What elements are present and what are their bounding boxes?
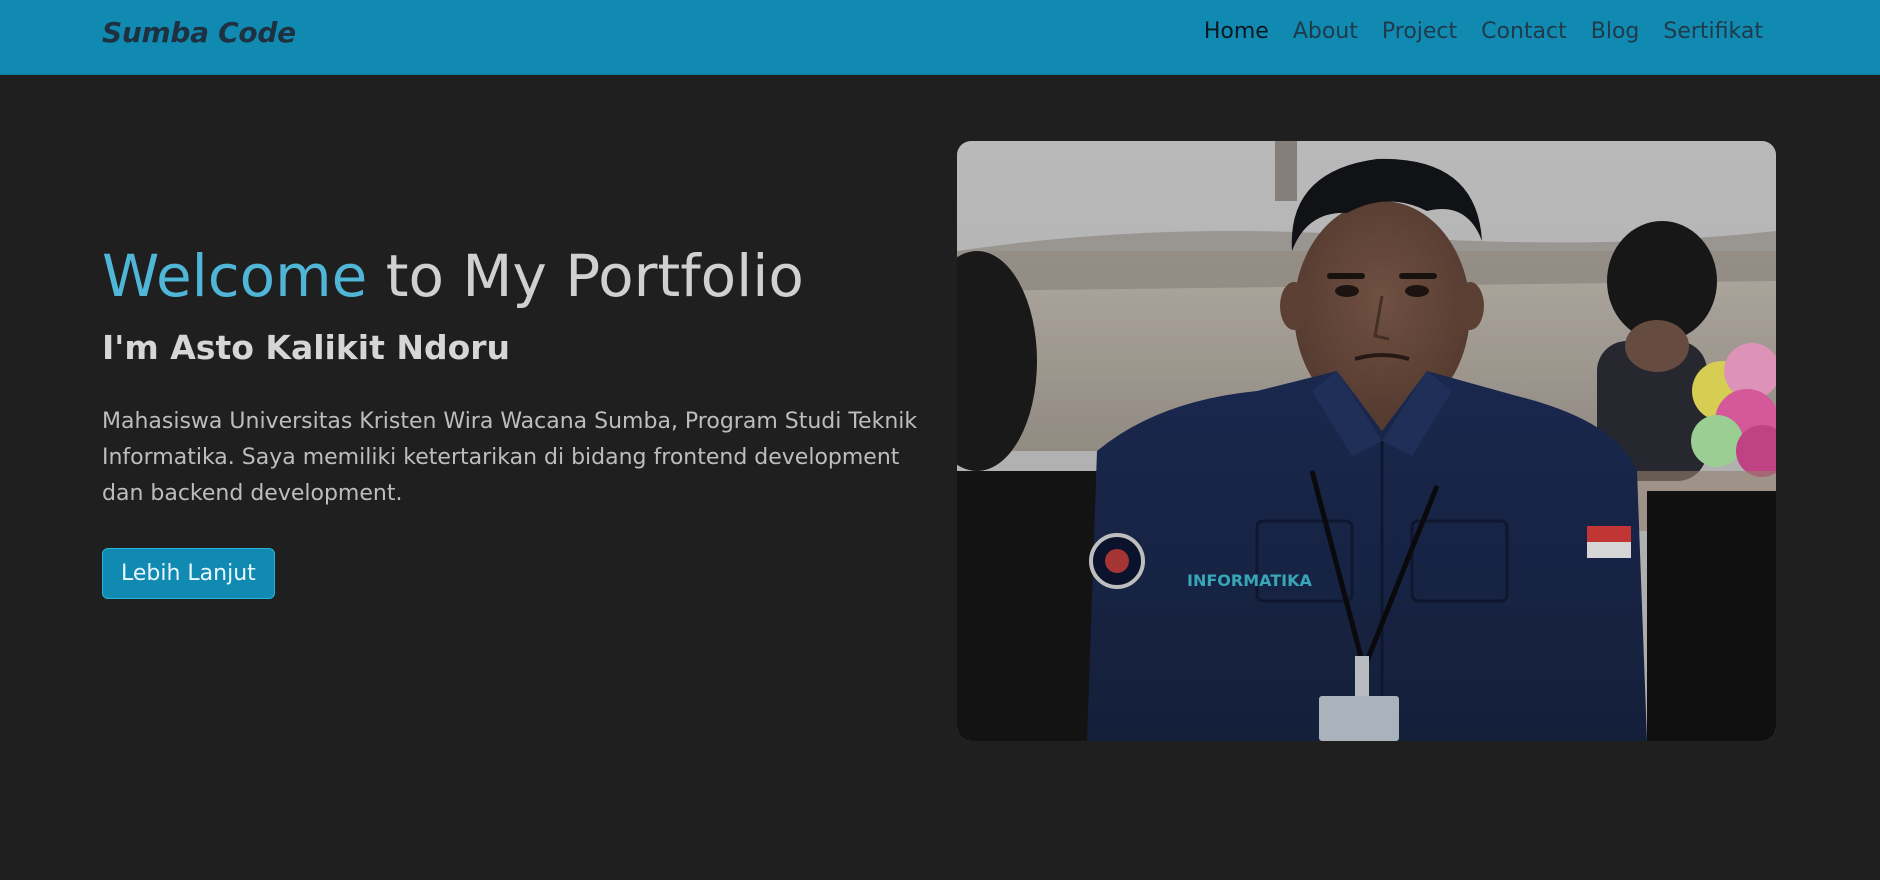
hero-subtitle: I'm Asto Kalikit Ndoru [102, 328, 511, 367]
navbar: Sumba Code Home About Project Contact Bl… [0, 0, 1880, 75]
nav-link-project[interactable]: Project [1382, 19, 1457, 44]
nav-item-contact: Contact [1481, 19, 1567, 44]
nav-item-blog: Blog [1591, 19, 1640, 44]
hero-section: Welcome to My Portfolio I'm Asto Kalikit… [102, 240, 922, 599]
nav-link-about[interactable]: About [1293, 19, 1358, 44]
profile-photo: INFORMATIKA [957, 141, 1776, 741]
nav-link-contact[interactable]: Contact [1481, 19, 1567, 44]
hero-description: Mahasiswa Universitas Kristen Wira Wacan… [102, 409, 918, 506]
hero-title-accent: Welcome [102, 242, 368, 310]
nav-links: Home About Project Contact Blog Sertifik… [1204, 19, 1763, 44]
nav-item-home: Home [1204, 19, 1269, 44]
profile-photo-illustration: INFORMATIKA [957, 141, 1776, 741]
nav-link-blog[interactable]: Blog [1591, 19, 1640, 44]
nav-item-about: About [1293, 19, 1358, 44]
brand-logo[interactable]: Sumba Code [102, 16, 296, 49]
nav-link-sertifikat[interactable]: Sertifikat [1663, 19, 1763, 44]
hero-title-rest: to My Portfolio [385, 242, 804, 310]
lebih-lanjut-button[interactable]: Lebih Lanjut [102, 548, 275, 599]
nav-link-home[interactable]: Home [1204, 19, 1269, 44]
nav-item-project: Project [1382, 19, 1457, 44]
hero-title: Welcome to My Portfolio [102, 240, 922, 312]
nav-item-sertifikat: Sertifikat [1663, 19, 1763, 44]
